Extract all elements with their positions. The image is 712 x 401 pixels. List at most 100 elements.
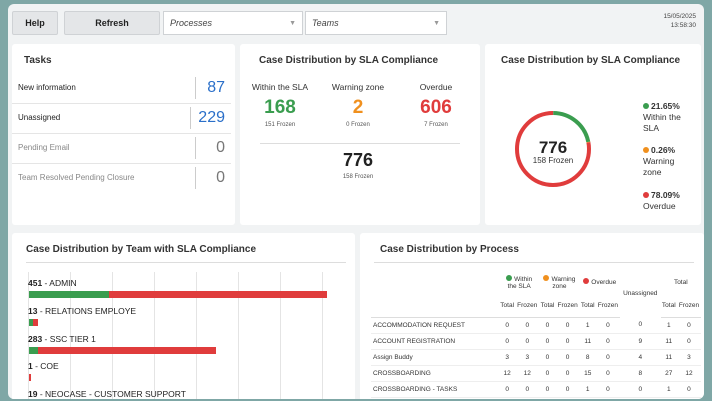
processes-placeholder: Processes (170, 18, 213, 28)
header-label: Overdue (591, 279, 617, 286)
legend-warning: 0.26% Warning zone (643, 145, 675, 178)
processes-select[interactable]: Processes ▼ (163, 11, 303, 35)
team-label: 451 - ADMIN (28, 278, 77, 288)
team-title: Case Distribution by Team with SLA Compl… (26, 244, 257, 255)
table-row[interactable]: ACCOUNT REGISTRATION 0 0 0 0 11 0 9 11 0 (371, 333, 701, 350)
sla-warning-value: 2 (352, 97, 364, 118)
task-label: Pending Email (18, 143, 70, 152)
process-cell: 3 (676, 349, 701, 366)
tasks-card: Tasks New information 87 Unassigned 229 … (12, 44, 235, 225)
header-total: Total (673, 278, 688, 286)
chevron-down-icon: ▼ (289, 20, 296, 27)
sla-warning-frozen: 0 Frozen (346, 122, 370, 128)
legend-dot (643, 147, 649, 153)
legend-dot (583, 278, 590, 284)
header-overdue: Overdue (580, 269, 620, 295)
process-cell: 0 (539, 349, 556, 366)
task-label: Team Resolved Pending Closure (18, 173, 135, 182)
sla-overdue-value: 606 (420, 97, 452, 118)
team-bar-overdue[interactable] (29, 374, 31, 381)
legend-label: SLA (643, 123, 660, 133)
legend-label: Overdue (643, 201, 676, 211)
process-name: ACCOMMODATION REQUEST (371, 317, 499, 334)
chevron-down-icon: ▼ (433, 20, 440, 27)
sla-warning[interactable]: Warning zone 2 0 Frozen (320, 82, 396, 128)
process-cell: 8 (619, 365, 661, 382)
process-name: CROSSBOARDING - TASKS (371, 381, 499, 398)
sla-overdue[interactable]: Overdue 606 7 Frozen (398, 82, 474, 128)
table-corner (371, 295, 499, 318)
process-cell: 11 (660, 333, 677, 350)
process-cell: 11 (660, 349, 677, 366)
process-header-row: Within the SLA Warning zone Overdue Unassi… (371, 269, 701, 297)
table-row[interactable]: CROSSBOARDING 12 12 0 0 15 0 8 27 12 (371, 365, 701, 382)
teams-select[interactable]: Teams ▼ (305, 11, 447, 35)
process-cell: 0 (515, 333, 540, 350)
legend-pct: 78.09% (651, 190, 680, 200)
donut-frozen: 158 Frozen (532, 156, 574, 165)
donut-center: 776 158 Frozen (513, 139, 593, 165)
task-label: Unassigned (18, 113, 61, 122)
refresh-button[interactable]: Refresh (64, 11, 160, 35)
process-body: ACCOMMODATION REQUEST 0 0 0 0 1 0 0 1 0 ACCOUNT RE… (371, 317, 701, 398)
process-cell: 0 (515, 381, 540, 398)
process-name: CROSSBOARDING (371, 365, 499, 382)
process-cell: 0 (499, 381, 516, 398)
task-row[interactable]: Pending Email 0 (12, 134, 231, 164)
process-cell: 0 (539, 381, 556, 398)
legend-label: zone (643, 167, 662, 177)
process-cell: 1 (579, 381, 596, 398)
process-cell: 0 (595, 365, 620, 382)
sla-warning-label: Warning zone (331, 82, 385, 92)
process-cell: 0 (539, 333, 556, 350)
header-label: zone (552, 282, 567, 290)
table-row[interactable]: ACCOMMODATION REQUEST 0 0 0 0 1 0 0 1 0 (371, 317, 701, 334)
sla-within[interactable]: Within the SLA 168 151 Frozen (242, 82, 318, 128)
team-name: ADMIN (49, 278, 77, 288)
subheader-total: Total (539, 295, 556, 318)
team-bar-overdue[interactable] (109, 291, 327, 298)
team-label: 19 - NEOCASE - CUSTOMER SUPPORT (28, 389, 186, 399)
table-row[interactable]: CROSSBOARDING - TASKS 0 0 0 0 1 0 0 1 0 (371, 381, 701, 398)
task-row[interactable]: Unassigned 229 (12, 104, 231, 134)
team-bar-within[interactable] (29, 347, 39, 354)
help-button[interactable]: Help (12, 11, 58, 35)
process-cell: 0 (595, 381, 620, 398)
legend-label: Within the (643, 112, 681, 122)
divider (26, 262, 346, 263)
header-label: Within (514, 275, 533, 283)
sla-overdue-frozen: 7 Frozen (424, 122, 448, 128)
process-cell: 3 (515, 349, 540, 366)
legend-label: Warning (643, 156, 675, 166)
task-count: 0 (195, 167, 225, 189)
subheader-total: Total (579, 295, 596, 318)
process-cell: 0 (676, 333, 701, 350)
task-row[interactable]: Team Resolved Pending Closure 0 (12, 164, 231, 194)
process-cell: 0 (539, 365, 556, 382)
team-bar-within[interactable] (29, 291, 110, 298)
legend-dot (543, 274, 550, 281)
legend-pct: 0.26% (651, 145, 676, 155)
subheader-frozen: Frozen (595, 295, 620, 318)
task-row[interactable]: New information 87 (12, 74, 231, 104)
team-label: 1 - COE (28, 361, 59, 371)
process-cell: 0 (619, 381, 661, 398)
table-corner (371, 269, 499, 295)
toolbar: Help Refresh Processes ▼ Teams ▼ 15/05/2… (8, 4, 704, 40)
process-cell: 27 (660, 365, 677, 382)
team-bar-overdue[interactable] (33, 319, 38, 326)
datetime: 15/05/2025 13:58:30 (663, 12, 696, 30)
table-row[interactable]: Assign Buddy 3 3 0 0 8 0 4 11 3 (371, 349, 701, 366)
team-name: NEOCASE - CUSTOMER SUPPORT (45, 389, 186, 399)
team-card: Case Distribution by Team with SLA Compl… (12, 233, 355, 399)
sla-within-label: Within the SLA (251, 82, 309, 92)
process-cell: 0 (539, 317, 556, 334)
sla-total[interactable]: 776 158 Frozen (320, 150, 396, 180)
process-cell: 0 (499, 333, 516, 350)
team-label: 13 - RELATIONS EMPLOYE (28, 306, 136, 316)
donut-title: Case Distribution by SLA Compliance (501, 55, 681, 66)
team-name: SSC TIER 1 (49, 334, 96, 344)
task-label: New information (18, 83, 76, 92)
process-cell: 1 (579, 317, 596, 334)
team-bar-overdue[interactable] (38, 347, 216, 354)
